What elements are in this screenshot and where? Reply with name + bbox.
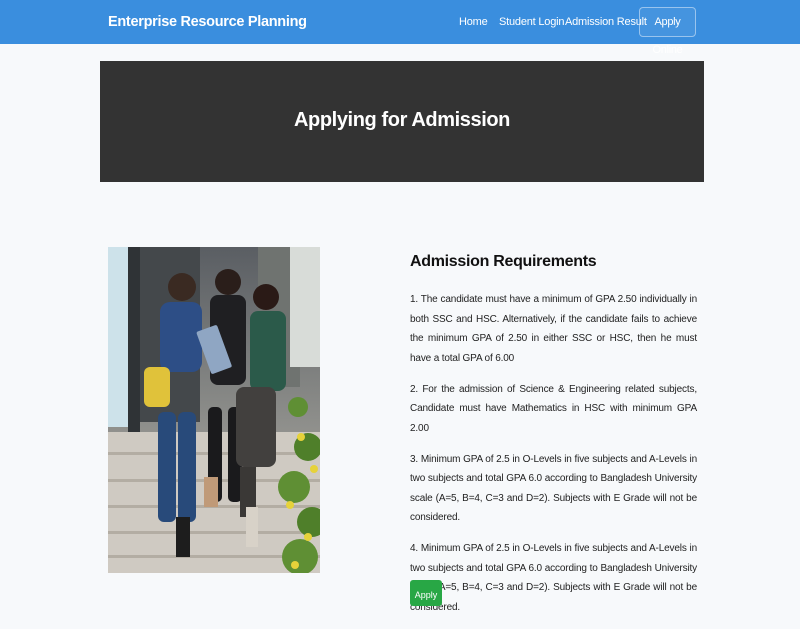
nav-link-student-login[interactable]: Student Login: [499, 0, 564, 44]
apply-online-button[interactable]: Apply Online: [639, 7, 696, 56]
students-photo: [108, 247, 320, 573]
nav-link-admission-result[interactable]: Admission Result: [565, 0, 647, 44]
hero-banner: Applying for Admission: [100, 61, 704, 182]
requirement-item: 4. Minimum GPA of 2.5 in O-Levels in fiv…: [410, 543, 697, 613]
brand-link[interactable]: Enterprise Resource Planning: [108, 0, 307, 44]
requirement-item: 2. For the admission of Science & Engine…: [410, 383, 697, 434]
requirement-item: 1. The candidate must have a minimum of …: [410, 294, 697, 364]
requirement-item: 3. Minimum GPA of 2.5 in O-Levels in fiv…: [410, 453, 697, 524]
requirements-list: 1. The candidate must have a minimum of …: [410, 290, 697, 629]
page-title: Applying for Admission: [293, 109, 510, 131]
requirements-title: Admission Requirements: [410, 253, 597, 270]
students-image: [108, 247, 320, 573]
nav-link-home[interactable]: Home: [459, 0, 488, 44]
apply-button[interactable]: Apply: [410, 580, 442, 606]
navbar: Enterprise Resource Planning Home Studen…: [0, 0, 800, 56]
